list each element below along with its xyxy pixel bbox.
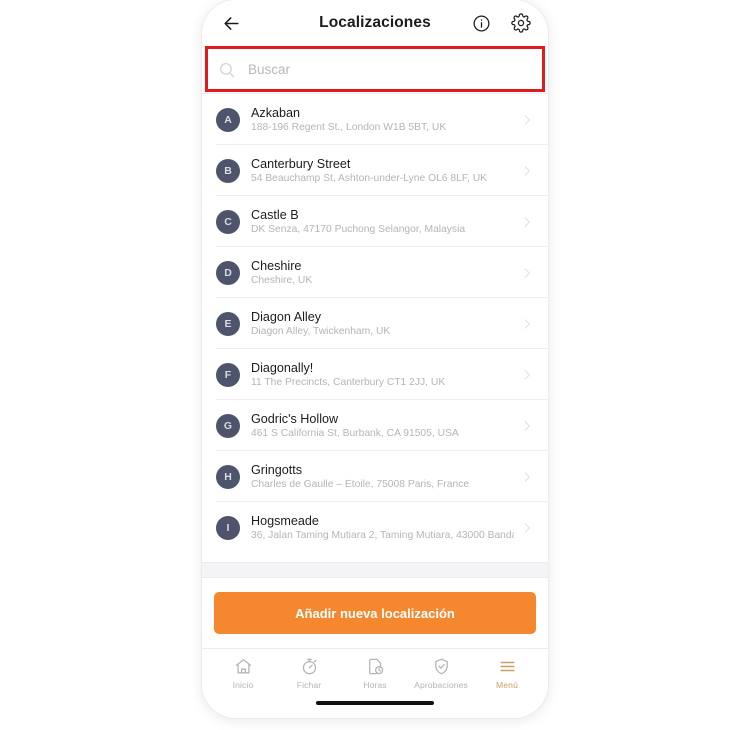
location-name: Cheshire [251,259,302,273]
tab-label: Menú [496,680,518,690]
back-arrow-icon[interactable] [218,10,244,36]
hamburger-menu-icon [498,657,517,676]
location-avatar: G [216,413,240,438]
tab-fichar[interactable]: Fichar [276,657,342,690]
location-address: 36, Jalan Taming Mutiara 2, Taming Mutia… [251,530,514,541]
chevron-right-icon [520,266,534,280]
location-name: Diagon Alley [251,310,322,324]
list-section-gap [202,562,548,578]
tab-aprobaciones[interactable]: Aprobaciones [408,657,474,690]
chevron-right-icon [520,164,534,178]
location-avatar: C [216,209,240,234]
app-header: Localizaciones [202,0,548,46]
location-row[interactable]: F Diagonally! 11 The Precincts, Canterbury… [202,349,548,400]
locations-list: A Azkaban 188-196 Regent St., London W1B 5… [202,94,548,562]
chevron-right-icon [520,521,534,535]
search-section [202,46,548,94]
location-text: Gringotts Charles de Gaulle – Étoile, 750… [251,463,514,490]
search-input[interactable] [248,62,532,77]
location-name: Castle B [251,208,299,222]
tab-label: Horas [363,680,387,690]
location-row[interactable]: E Diagon Alley Diagon Alley, Twickenham, U… [202,298,548,349]
location-text: Castle B DK Senza, 47170 Puchong Selangor… [251,208,514,235]
location-row[interactable]: D Cheshire Cheshire, UK [202,247,548,298]
location-avatar: F [216,362,240,387]
tab-horas[interactable]: Horas [342,657,408,690]
document-clock-icon [366,657,385,676]
location-address: 54 Beauchamp St, Ashton-under-Lyne OL6 8… [251,173,488,184]
shield-check-icon [432,657,451,676]
location-name: Diagonally! [251,361,314,375]
chevron-right-icon [520,113,534,127]
location-avatar: I [216,515,240,540]
location-text: Hogsmeade 36, Jalan Taming Mutiara 2, Tam… [251,514,514,541]
gear-icon[interactable] [510,12,532,34]
tab-men[interactable]: Menú [474,657,540,690]
location-address: Charles de Gaulle – Étoile, 75008 Paris,… [251,479,470,490]
location-text: Godric's Hollow 461 S California St, Burb… [251,412,514,439]
home-indicator-area [202,698,548,718]
cta-area: Añadir nueva localización [202,578,548,648]
location-avatar: A [216,107,240,132]
location-name: Godric's Hollow [251,412,339,426]
chevron-right-icon [520,470,534,484]
location-name: Gringotts [251,463,303,477]
location-address: 11 The Precincts, Canterbury CT1 2JJ, UK [251,377,446,388]
bottom-tabbar: Inicio Fichar Horas Aprobaciones Menú [202,648,548,698]
tab-inicio[interactable]: Inicio [210,657,276,690]
chevron-right-icon [520,215,534,229]
info-circle-icon[interactable] [470,12,492,34]
location-row[interactable]: A Azkaban 188-196 Regent St., London W1B 5… [202,94,548,145]
location-address: 461 S California St, Burbank, CA 91505, … [251,428,459,439]
stopwatch-icon [300,657,319,676]
search-bar[interactable] [202,46,548,94]
location-text: Diagonally! 11 The Precincts, Canterbury … [251,361,514,388]
search-icon [218,61,236,79]
location-name: Azkaban [251,106,301,120]
location-row[interactable]: G Godric's Hollow 461 S California St, Bur… [202,400,548,451]
location-row[interactable]: I Hogsmeade 36, Jalan Taming Mutiara 2, Ta… [202,502,548,553]
location-text: Cheshire Cheshire, UK [251,259,514,286]
home-indicator [316,701,434,705]
add-new-location-button[interactable]: Añadir nueva localización [214,592,536,634]
location-row[interactable]: H Gringotts Charles de Gaulle – Étoile, 75… [202,451,548,502]
location-name: Hogsmeade [251,514,319,528]
location-address: DK Senza, 47170 Puchong Selangor, Malays… [251,224,466,235]
location-address: Cheshire, UK [251,275,313,286]
location-avatar: B [216,158,240,183]
location-address: Diagon Alley, Twickenham, UK [251,326,391,337]
location-address: 188-196 Regent St., London W1B 5BT, UK [251,122,447,133]
location-text: Canterbury Street 54 Beauchamp St, Ashton… [251,157,514,184]
location-row[interactable]: B Canterbury Street 54 Beauchamp St, Ashto… [202,145,548,196]
location-avatar: H [216,464,240,489]
location-text: Azkaban 188-196 Regent St., London W1B 5B… [251,106,514,133]
location-row[interactable]: C Castle B DK Senza, 47170 Puchong Selango… [202,196,548,247]
location-avatar: D [216,260,240,285]
home-icon [234,657,253,676]
chevron-right-icon [520,368,534,382]
location-text: Diagon Alley Diagon Alley, Twickenham, UK [251,310,514,337]
phone-frame: Localizaciones Buscar A Azkaban 188-196 … [202,0,548,718]
tab-label: Inicio [232,680,254,690]
location-name: Canterbury Street [251,157,351,171]
tab-label: Aprobaciones [414,680,468,690]
chevron-right-icon [520,419,534,433]
location-avatar: E [216,311,240,336]
header-actions [470,12,532,34]
chevron-right-icon [520,317,534,331]
tab-label: Fichar [296,680,322,690]
